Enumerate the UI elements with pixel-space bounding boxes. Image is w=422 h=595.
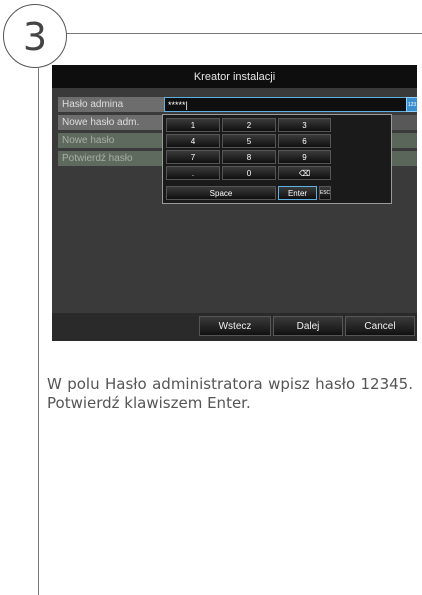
admin-password-label: Hasło admina <box>58 97 164 112</box>
new-admin-password-label: Nowe hasło adm. <box>58 115 164 130</box>
space-key[interactable]: Space <box>166 186 276 200</box>
key-2[interactable]: 2 <box>222 118 276 132</box>
enter-key[interactable]: Enter <box>278 186 317 200</box>
esc-key[interactable]: ESC <box>319 186 331 200</box>
next-button[interactable]: Dalej <box>273 316 343 336</box>
keyboard-toggle-button[interactable]: 123 <box>406 97 417 112</box>
key-1[interactable]: 1 <box>166 118 220 132</box>
back-button[interactable]: Wstecz <box>199 316 271 336</box>
key-3[interactable]: 3 <box>278 118 331 132</box>
left-rule <box>38 67 39 595</box>
key-dot[interactable]: . <box>166 166 220 180</box>
confirm-password-label: Potwierdź hasło <box>58 151 164 166</box>
key-7[interactable]: 7 <box>166 150 220 164</box>
dialog-title: Kreator instalacji <box>52 65 417 88</box>
key-4[interactable]: 4 <box>166 134 220 148</box>
key-8[interactable]: 8 <box>222 150 276 164</box>
step-number-badge: 3 <box>3 4 67 68</box>
key-6[interactable]: 6 <box>278 134 331 148</box>
instruction-text: W polu Hasło administratora wpisz hasło … <box>47 375 413 412</box>
admin-password-input[interactable]: *****| <box>164 97 410 112</box>
step-number: 3 <box>22 15 48 59</box>
key-9[interactable]: 9 <box>278 150 331 164</box>
top-rule <box>67 33 422 34</box>
key-0[interactable]: 0 <box>222 166 276 180</box>
key-5[interactable]: 5 <box>222 134 276 148</box>
on-screen-keypad: 1 2 3 4 5 6 7 8 9 . 0 ⌫ Space Enter ESC <box>162 114 392 204</box>
backspace-key[interactable]: ⌫ <box>278 166 331 180</box>
new-password-label: Nowe hasło <box>58 133 164 148</box>
installation-wizard-screen: Kreator instalacji Hasło admina *****| 1… <box>52 65 417 341</box>
cancel-button[interactable]: Cancel <box>345 316 415 336</box>
